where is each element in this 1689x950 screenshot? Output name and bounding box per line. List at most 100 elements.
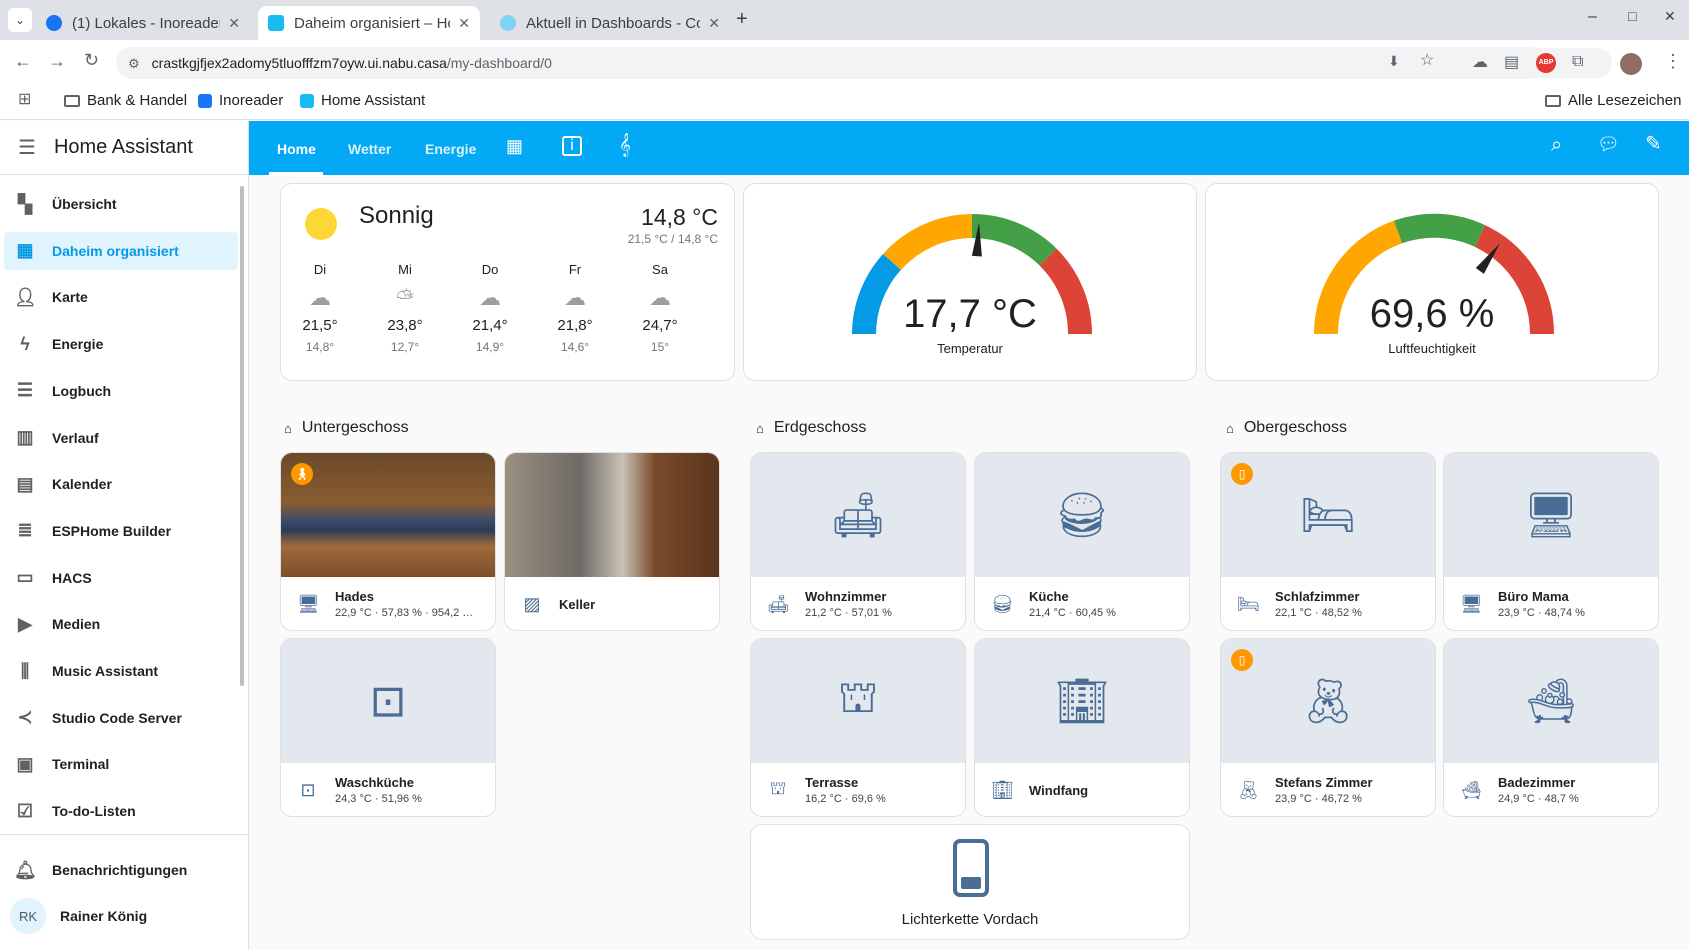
cloud-extension-icon[interactable]: ☁ — [1472, 55, 1488, 71]
sidebar-item-label: Music Assistant — [52, 663, 159, 679]
area-card-kueche[interactable]: 🍔︎ 🍔︎ Küche 21,4 °C · 60,45 % — [974, 452, 1190, 631]
forecast-high: 24,7° — [642, 317, 678, 334]
close-icon[interactable]: ✕ — [708, 15, 720, 32]
chart-icon: ▥ — [16, 427, 34, 447]
area-card-badezimmer[interactable]: 🛁︎ 🛁︎ Badezimmer 24,9 °C · 48,7 % — [1443, 638, 1659, 817]
url-host: crastkgjfjex2adomy5tluofffzm7oyw.ui.nabu… — [151, 55, 447, 71]
tab-search-button[interactable]: ⌄ — [8, 8, 32, 32]
sidebar-header: ☰ Home Assistant — [0, 121, 249, 175]
floor-heading-erdgeschoss: ⌂ Erdgeschoss — [756, 419, 866, 437]
sidebar-item-profile[interactable]: RK Rainer König — [4, 897, 238, 935]
food-icon: 🍔︎ — [975, 453, 1189, 577]
sidebar-item-10[interactable]: ⫼ Music Assistant — [4, 652, 238, 690]
area-photo-keller — [505, 453, 719, 577]
area-card-schlafzimmer[interactable]: 🛏︎ ▯ 🛏︎ Schlafzimmer 22,1 °C · 48,52 % — [1220, 452, 1436, 631]
back-icon[interactable]: ← — [14, 52, 32, 70]
area-card-terrasse[interactable]: ⛫ ⛫ Terrasse 16,2 °C · 69,6 % — [750, 638, 966, 817]
sidebar-item-9[interactable]: ▶ Medien — [4, 605, 238, 643]
gauge-segment-orange — [883, 214, 973, 271]
area-card-keller[interactable]: ▨ Keller — [504, 452, 720, 631]
puzzle-extensions-icon[interactable]: ⧉ — [1572, 54, 1583, 70]
sidebar-item-5[interactable]: ▥ Verlauf — [4, 419, 238, 457]
tab-home[interactable]: Home — [277, 141, 316, 157]
bookmark-inoreader[interactable]: Inoreader — [198, 92, 283, 109]
tab-music-icon[interactable]: 𝄞 — [619, 135, 631, 155]
sidebar-item-label: Verlauf — [52, 429, 99, 446]
search-icon[interactable]: ⌕ — [1551, 135, 1562, 155]
area-card-buero-mama[interactable]: 🖥︎ 🖥︎ Büro Mama 23,9 °C · 48,74 % — [1443, 452, 1659, 631]
sidebar-item-label: ESPHome Builder — [52, 522, 172, 539]
forecast-high: 21,5° — [302, 317, 338, 334]
forward-icon[interactable]: → — [48, 52, 66, 70]
home-floor-icon: ⌂ — [756, 420, 764, 436]
dashboard-toolbar: Home Wetter Energie ▦ i 𝄞 ⌕ 💬︎ ✎ — [249, 121, 1689, 175]
sidebar-item-3[interactable]: ϟ Energie — [4, 325, 238, 363]
area-card-windfang[interactable]: 🏢︎ 🏢︎ Windfang — [974, 638, 1190, 817]
forecast-low: 14,6° — [560, 340, 590, 354]
sidebar-item-2[interactable]: 👤︎ Karte — [4, 278, 238, 316]
sidebar-item-4[interactable]: ☰ Logbuch — [4, 372, 238, 410]
sidebar-item-12[interactable]: ▣ Terminal — [4, 745, 238, 783]
sidebar-item-1[interactable]: ▦ Daheim organisiert — [4, 231, 238, 270]
apps-icon[interactable]: ⊞ — [18, 92, 31, 108]
dashboard-grid-icon: ▦ — [16, 240, 34, 261]
bookmark-home-assistant[interactable]: Home Assistant — [300, 92, 425, 109]
install-app-icon[interactable]: ⬇ — [1388, 54, 1400, 68]
temperature-gauge-card[interactable]: 17,7 °C Temperatur — [743, 183, 1197, 381]
device-card-lichterkette[interactable]: Lichterkette Vordach — [750, 824, 1190, 940]
sidebar-item-13[interactable]: ☑ To-do-Listen — [4, 792, 238, 830]
reload-icon[interactable]: ↻ — [84, 51, 99, 69]
tab-calendar-icon[interactable]: ▦ — [506, 137, 523, 155]
media-icon: ▶ — [18, 613, 32, 634]
maximize-icon[interactable]: □ — [1628, 8, 1636, 24]
forecast-day: Fr ☁ 21,8° 14,6° — [545, 262, 605, 354]
browser-tab-home-assistant[interactable]: Daheim organisiert – Home Assistant ✕ — [258, 6, 480, 40]
bookmark-star-icon[interactable]: ☆ — [1420, 53, 1434, 69]
assist-icon[interactable]: 💬︎ — [1597, 135, 1620, 153]
sidebar-item-notifications[interactable]: 🔔︎ Benachrichtigungen — [4, 851, 238, 889]
bookmark-bank-handel[interactable]: Bank & Handel — [64, 92, 187, 109]
calendar-icon: ▤ — [16, 473, 34, 494]
home-floor-icon: ⌂ — [284, 420, 292, 436]
forecast-high: 21,4° — [472, 317, 508, 334]
close-icon[interactable]: ✕ — [458, 15, 470, 32]
sidebar-item-8[interactable]: ▭ HACS — [4, 559, 238, 597]
area-card-wohnzimmer[interactable]: 🛋︎ 🛋︎ Wohnzimmer 21,2 °C · 57,01 % — [750, 452, 966, 631]
sidebar-scrollbar[interactable] — [240, 186, 244, 686]
area-name: Stefans Zimmer — [1275, 775, 1373, 790]
humidity-gauge-card[interactable]: 69,6 % Luftfeuchtigkeit — [1205, 183, 1659, 381]
browser-tab-inoreader[interactable]: (1) Lokales - Inoreader ✕ — [36, 6, 250, 40]
forecast-weekday: Fr — [568, 262, 582, 277]
adblock-icon[interactable]: ABP — [1536, 53, 1556, 73]
more-menu-icon[interactable]: ⋮ — [1664, 52, 1682, 70]
minimize-icon[interactable]: – — [1588, 8, 1597, 26]
browser-tab-community[interactable]: Aktuell in Dashboards - Community ✕ — [490, 6, 730, 40]
tab-energie[interactable]: Energie — [425, 141, 476, 157]
close-icon[interactable]: ✕ — [228, 15, 240, 32]
area-sensors: 23,9 °C · 46,72 % — [1275, 793, 1362, 805]
tab-info-icon[interactable]: i — [562, 136, 582, 156]
sidebar-item-7[interactable]: ≣ ESPHome Builder — [4, 512, 238, 550]
area-card-stefans-zimmer[interactable]: 🧸︎ ▯ 🧸︎ Stefans Zimmer 23,9 °C · 46,72 % — [1220, 638, 1436, 817]
area-name: Küche — [1029, 589, 1069, 604]
profile-avatar[interactable] — [1620, 53, 1642, 75]
page-extension-icon[interactable]: ▤ — [1504, 55, 1519, 71]
tab-wetter[interactable]: Wetter — [348, 141, 391, 157]
close-window-icon[interactable]: ✕ — [1664, 8, 1676, 25]
all-bookmarks[interactable]: Alle Lesezeichen — [1545, 92, 1681, 109]
sidebar-item-11[interactable]: ≺ Studio Code Server — [4, 699, 238, 737]
tab-underline — [269, 172, 323, 175]
menu-icon[interactable]: ☰ — [18, 138, 36, 158]
tablet-icon — [953, 839, 989, 897]
area-card-hades[interactable]: 🚶︎ 🖥︎ Hades 22,9 °C · 57,83 % · 954,2 … — [280, 452, 496, 631]
forecast-weekday: Di — [313, 262, 327, 277]
site-info-icon[interactable]: ⚙ — [128, 57, 140, 70]
new-tab-button[interactable]: + — [736, 8, 748, 31]
area-card-waschkueche[interactable]: ⊡ ⊡ Waschküche 24,3 °C · 51,96 % — [280, 638, 496, 817]
edit-icon[interactable]: ✎ — [1645, 134, 1662, 154]
sidebar-item-6[interactable]: ▤ Kalender — [4, 465, 238, 503]
sidebar-item-0[interactable]: ▚ Übersicht — [4, 185, 238, 223]
weather-card[interactable]: Sonnig 14,8 °C 21,5 °C / 14,8 °C Di ☁ 21,5… — [280, 183, 735, 381]
forecast-high: 23,8° — [387, 317, 423, 334]
address-bar[interactable]: ⚙ crastkgjfjex2adomy5tluofffzm7oyw.ui.na… — [116, 47, 1546, 79]
